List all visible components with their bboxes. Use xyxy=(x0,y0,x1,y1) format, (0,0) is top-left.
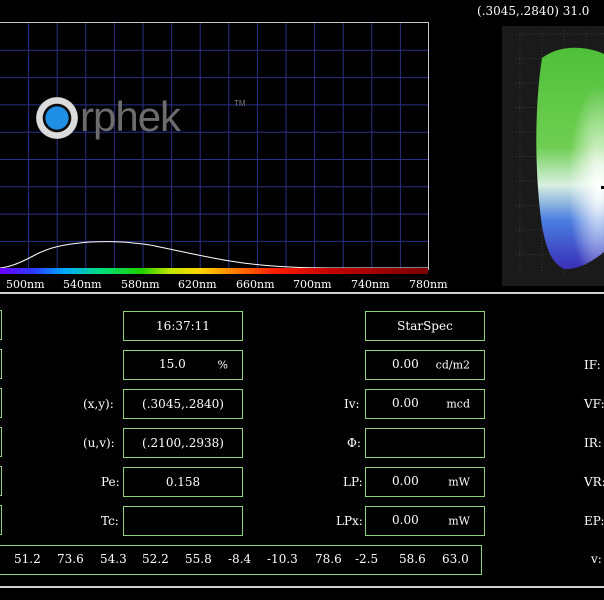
lp-label: LP: xyxy=(343,475,363,489)
vf-label: VF: xyxy=(584,397,604,411)
xy-display: (.3045,.2840) xyxy=(123,389,243,419)
cri-value: -10.3 xyxy=(267,552,298,566)
pe-value: 0.158 xyxy=(165,475,201,489)
ir-label: IR: xyxy=(584,436,602,450)
wavelength-color-bar xyxy=(0,268,428,274)
ep-label: EP: xyxy=(584,514,604,528)
section-divider xyxy=(0,292,604,294)
luminance-value: 0.00 xyxy=(392,357,419,371)
iv-value: 0.00 xyxy=(392,396,419,410)
if-label: IF: xyxy=(584,358,601,372)
pe-display: 0.158 xyxy=(123,467,243,497)
spectrum-chart xyxy=(0,22,429,270)
lp-value: 0.00 xyxy=(392,474,419,488)
cri-value: 63.0 xyxy=(442,552,469,566)
cri-value: 54.3 xyxy=(100,552,127,566)
cie-chromaticity-diagram xyxy=(502,26,604,286)
left-edge-box xyxy=(0,388,2,418)
cie-plot xyxy=(516,30,604,274)
x-tick-label: 580nm xyxy=(121,278,160,291)
uv-display: (.2100,.2938) xyxy=(123,428,243,458)
tc-label: Tc: xyxy=(101,514,119,528)
bottom-border xyxy=(0,586,604,588)
cri-value: 73.6 xyxy=(57,552,84,566)
cie-coordinate-readout: (.3045,.2840) 31.0 xyxy=(477,4,590,18)
x-tick-label: 540nm xyxy=(63,278,102,291)
spectrum-plot xyxy=(0,23,428,269)
x-tick-label: 500nm xyxy=(6,278,45,291)
cri-value: 51.2 xyxy=(14,552,41,566)
lpx-label: LPx: xyxy=(336,514,363,528)
cri-value: -8.4 xyxy=(228,552,252,566)
lpx-display: 0.00 mW xyxy=(365,506,485,536)
xy-label: (x,y): xyxy=(83,397,114,411)
luminance-unit: cd/m2 xyxy=(435,358,470,372)
left-edge-box xyxy=(0,310,2,340)
left-edge-box xyxy=(0,427,2,457)
cri-value: -2.5 xyxy=(355,552,379,566)
xy-value: (.3045,.2840) xyxy=(142,397,224,411)
cri-partial-value: , xyxy=(0,552,1,566)
tc-display xyxy=(123,506,243,536)
pe-label: Pe: xyxy=(101,475,120,489)
iv-display: 0.00 mcd xyxy=(365,389,485,419)
iv-label: Iv: xyxy=(344,397,360,411)
spectrum-curve xyxy=(0,241,428,269)
uv-value: (.2100,.2938) xyxy=(142,436,224,450)
luminance-display: 0.00 cd/m2 xyxy=(365,350,485,380)
percent-display: 15.0 % xyxy=(123,350,243,380)
x-tick-label: 660nm xyxy=(236,278,275,291)
x-tick-label: 780nm xyxy=(409,278,448,291)
percent-value: 15.0 xyxy=(159,357,186,371)
percent-unit: % xyxy=(217,358,228,372)
logo-ring-icon xyxy=(36,97,78,139)
lpx-unit: mW xyxy=(448,514,470,528)
iv-unit: mcd xyxy=(446,397,470,411)
lpx-value: 0.00 xyxy=(392,513,419,527)
uv-label: (u,v): xyxy=(83,436,115,450)
cri-value: 52.2 xyxy=(142,552,169,566)
phi-display xyxy=(365,428,485,458)
logo-text: rphek xyxy=(80,93,181,140)
cri-value: 55.8 xyxy=(185,552,212,566)
cri-value: 78.6 xyxy=(315,552,342,566)
time-display: 16:37:11 xyxy=(123,311,243,341)
device-name: StarSpec xyxy=(397,319,453,333)
vr-label: VR: xyxy=(584,475,604,489)
left-edge-box xyxy=(0,466,2,496)
lp-display: 0.00 mW xyxy=(365,467,485,497)
x-tick-label: 620nm xyxy=(178,278,217,291)
x-tick-label: 740nm xyxy=(351,278,390,291)
cri-value: 58.6 xyxy=(399,552,426,566)
device-display: StarSpec xyxy=(365,311,485,341)
time-value: 16:37:11 xyxy=(156,319,210,333)
x-tick-label: 700nm xyxy=(293,278,332,291)
left-edge-box xyxy=(0,505,2,535)
v-label: v: xyxy=(591,552,602,566)
logo-trademark: TM xyxy=(234,99,246,108)
lp-unit: mW xyxy=(448,475,470,489)
phi-label: Φ: xyxy=(347,436,361,450)
left-edge-box xyxy=(0,349,2,379)
